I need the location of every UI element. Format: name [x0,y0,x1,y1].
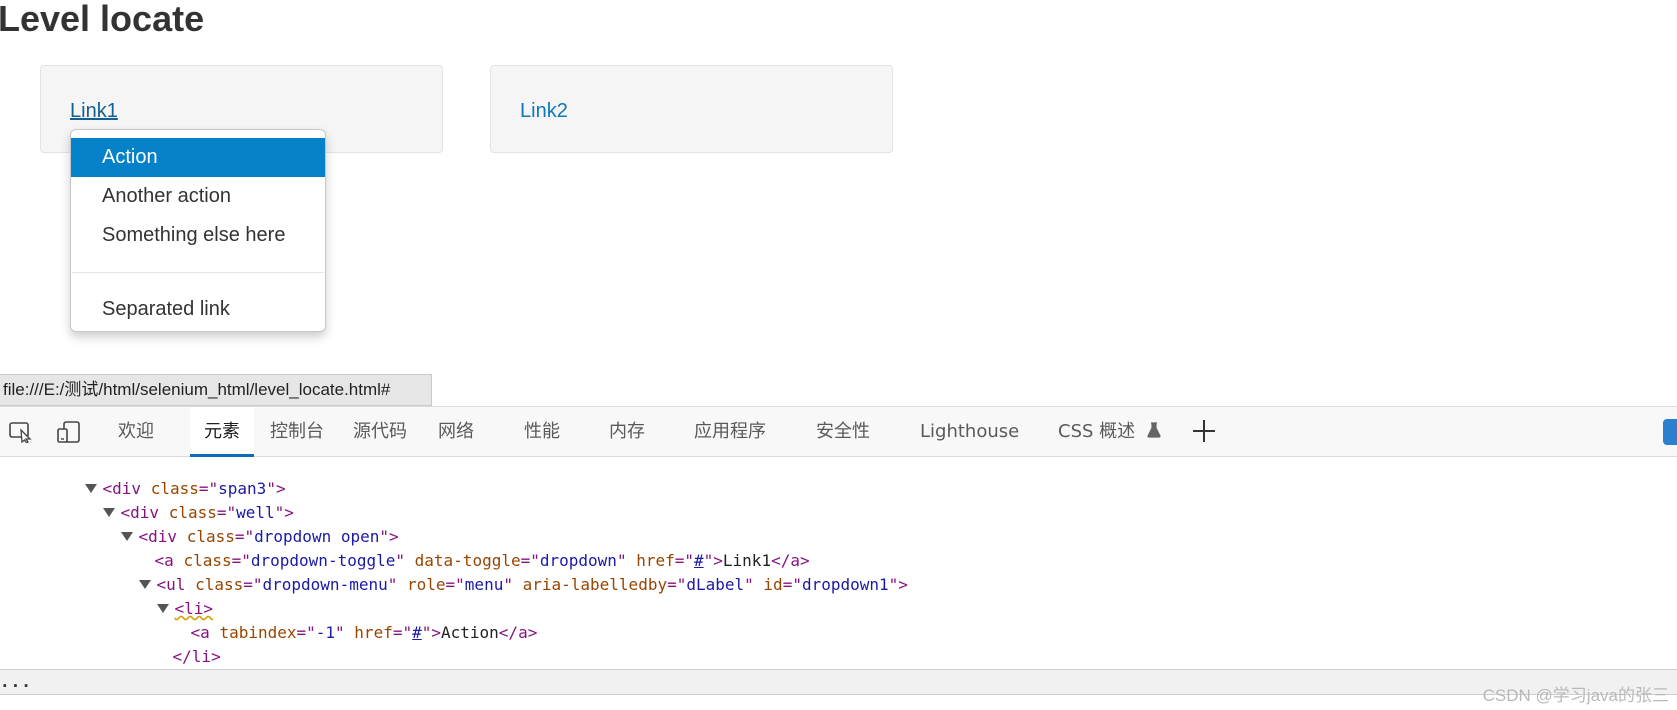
menu-item-separated-link[interactable]: Separated link [71,290,325,329]
tab-elements[interactable]: 元素 [190,407,254,457]
dom-node-selected[interactable]: ... <a tabindex="-1" href="#">Another ac… [0,669,1677,695]
tab-lighthouse[interactable]: Lighthouse [920,407,1019,456]
tab-network[interactable]: 网络 [438,407,474,456]
tab-performance[interactable]: 性能 [524,407,560,456]
menu-item-another-action[interactable]: Another action [71,177,325,216]
tab-memory[interactable]: 内存 [609,407,645,456]
dom-node[interactable]: <a tabindex="-1" href="#">Action</a> [0,597,1677,642]
tab-welcome[interactable]: 欢迎 [118,407,154,456]
tab-security[interactable]: 安全性 [816,407,870,456]
flask-icon [1147,408,1161,457]
dom-node[interactable]: </li> [0,694,1677,710]
dropdown-menu: Action Another action Something else her… [70,129,326,332]
dom-node[interactable]: <li> [0,645,1677,690]
plus-icon[interactable] [1191,418,1217,444]
dom-node-menu-ellipsis[interactable]: ... [0,670,32,694]
device-emulation-icon[interactable] [57,421,81,443]
well-2: Link2 [490,65,893,153]
dom-node[interactable]: <div class="well"> [0,477,1677,522]
dom-node[interactable]: <ul class="dropdown-menu" role="menu" ar… [0,549,1677,594]
menu-item-something-else[interactable]: Something else here [71,216,325,255]
status-bar-url: file:///E:/测试/html/selenium_html/level_l… [0,374,432,406]
link1-dropdown-toggle[interactable]: Link1 [70,99,118,123]
tab-css-overview[interactable]: CSS 概述 [1058,407,1161,456]
inspect-element-icon[interactable] [9,421,33,444]
dom-tree: <div class="span3"> <div class="well"> <… [0,457,1677,710]
menu-item-action[interactable]: Action [71,138,325,177]
dom-node[interactable]: </li> [0,621,1677,666]
tab-sources[interactable]: 源代码 [353,407,407,456]
link2-dropdown-toggle[interactable]: Link2 [520,99,568,123]
devtools-toolbar: 欢迎 元素 控制台 源代码 网络 性能 内存 应用程序 安全性 Lighthou… [0,406,1677,457]
dom-node[interactable]: <div class="span3"> [0,453,1677,498]
right-edge-indicator[interactable] [1663,419,1677,445]
tab-css-overview-label: CSS 概述 [1058,421,1136,442]
dom-node[interactable]: <li> [0,573,1677,618]
menu-divider [72,272,324,273]
watermark: CSDN @学习java的张三 [1482,686,1669,705]
dom-node[interactable]: <div class="dropdown open"> [0,501,1677,546]
page-heading: Level locate [0,0,205,39]
tab-application[interactable]: 应用程序 [694,407,766,456]
dom-node[interactable]: <a class="dropdown-toggle" data-toggle="… [0,525,1677,570]
tab-console[interactable]: 控制台 [270,407,324,456]
